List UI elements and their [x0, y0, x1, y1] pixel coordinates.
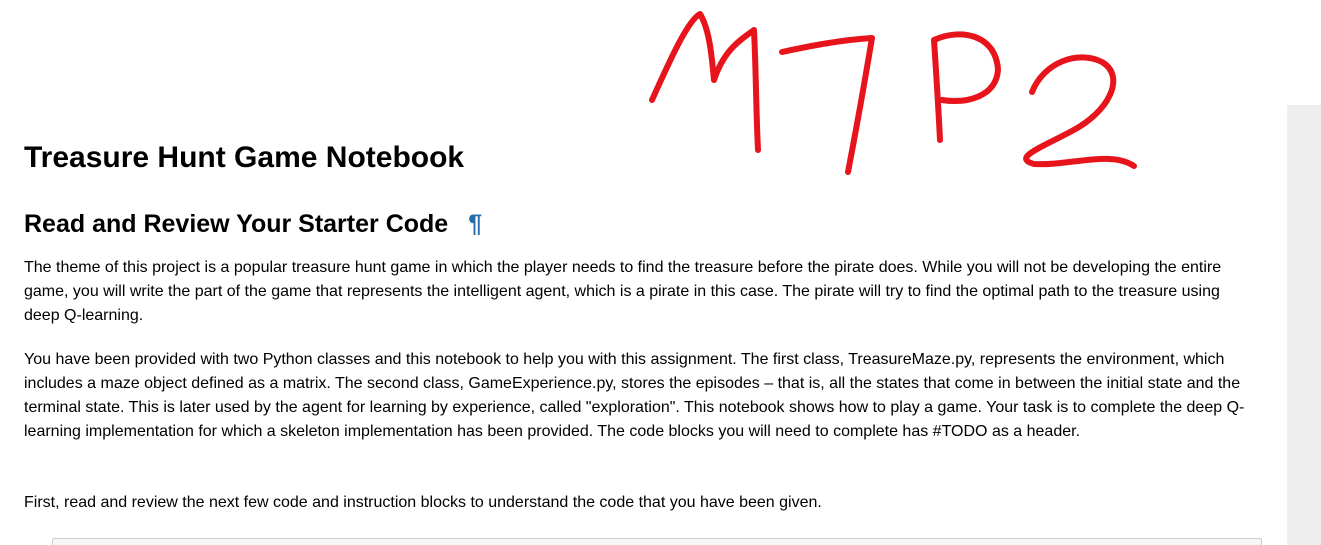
annotation-stroke-m	[649, 11, 761, 153]
classes-paragraph: You have been provided with two Python c…	[24, 351, 1245, 440]
notebook-page: Treasure Hunt Game Notebook Read and Rev…	[0, 0, 1321, 545]
handwritten-annotation	[649, 11, 1137, 175]
instructions-paragraph: First, read and review the next few code…	[24, 494, 822, 511]
intro-paragraph: The theme of this project is a popular t…	[24, 259, 1222, 324]
section-heading-text: Read and Review Your Starter Code	[24, 210, 449, 238]
anchor-link-icon[interactable]: ¶	[468, 210, 482, 238]
annotation-stroke-p	[931, 31, 1001, 143]
right-gutter	[1287, 105, 1321, 545]
section-heading: Read and Review Your Starter Code ¶	[24, 208, 482, 240]
page-title: Treasure Hunt Game Notebook	[24, 141, 465, 174]
code-cell[interactable]	[52, 538, 1262, 545]
annotation-stroke-2	[1023, 54, 1137, 169]
annotation-stroke-7	[779, 35, 875, 175]
